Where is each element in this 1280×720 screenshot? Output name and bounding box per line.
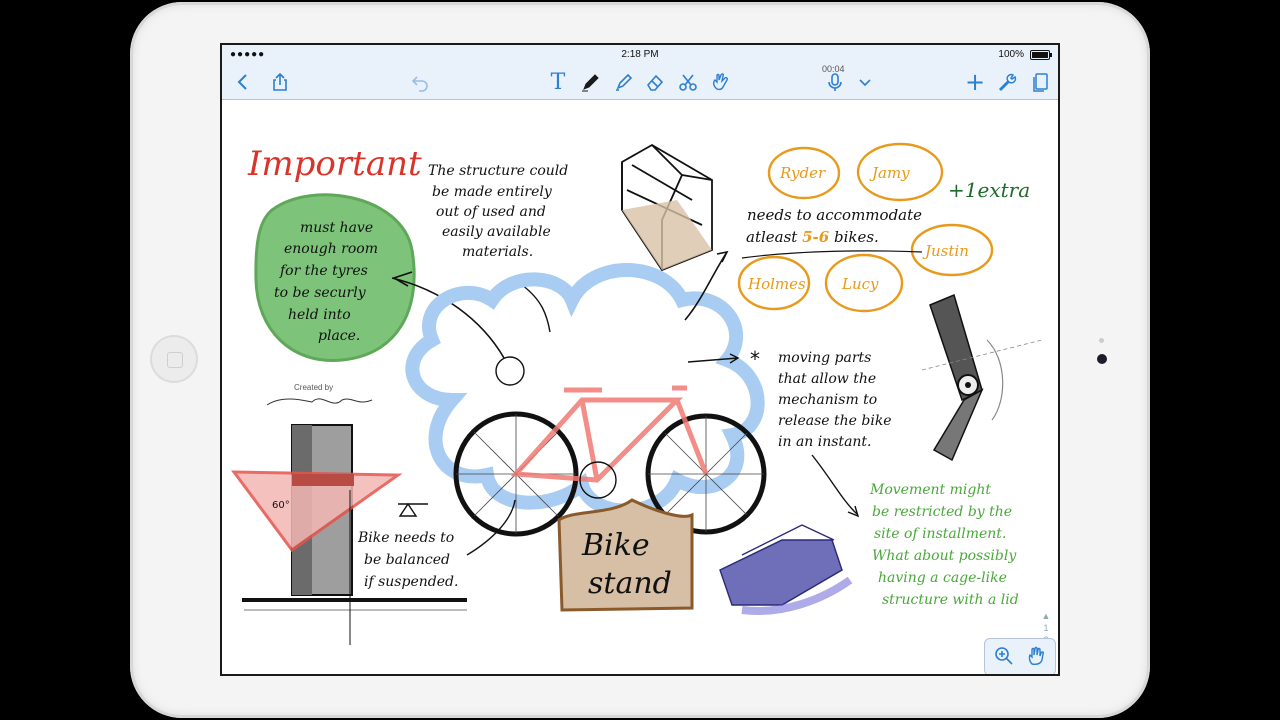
svg-text:Jamy: Jamy xyxy=(869,164,910,182)
svg-text:easily available: easily available xyxy=(442,224,551,240)
zoom-panel xyxy=(984,638,1056,674)
svg-text:site of installment.: site of installment. xyxy=(874,526,1006,542)
svg-text:Justin: Justin xyxy=(922,242,969,260)
accommodate-note: needs to accommodate atleast 5-6 bikes. xyxy=(746,206,922,246)
svg-text:Ryder: Ryder xyxy=(779,164,826,182)
note-canvas[interactable]: Important must have enough room for the … xyxy=(222,100,1058,674)
status-time: 2:18 PM xyxy=(621,49,659,60)
balanced-note: Bike needs to be balanced if suspended. xyxy=(357,530,458,590)
wrench-icon[interactable] xyxy=(994,69,1020,95)
plus-extra: +1extra xyxy=(948,178,1030,202)
svg-text:held into: held into xyxy=(288,307,351,323)
text-tool-icon[interactable]: T xyxy=(545,69,571,95)
back-icon[interactable] xyxy=(230,69,256,95)
svg-text:needs to accommodate: needs to accommodate xyxy=(747,206,922,224)
svg-text:Bike needs to: Bike needs to xyxy=(357,530,454,546)
svg-text:having a cage-like: having a cage-like xyxy=(878,570,1007,586)
scissors-icon[interactable] xyxy=(675,69,701,95)
svg-text:moving parts: moving parts xyxy=(778,350,871,366)
signature xyxy=(266,398,373,406)
sign-text-line1: Bike xyxy=(581,528,650,563)
svg-text:structure with a lid: structure with a lid xyxy=(882,592,1019,608)
svg-text:What about possibly: What about possibly xyxy=(872,548,1017,564)
svg-text:must have: must have xyxy=(300,220,373,236)
svg-text:be balanced: be balanced xyxy=(364,552,450,568)
share-icon[interactable] xyxy=(267,69,293,95)
battery-percent: 100% xyxy=(998,49,1024,60)
svg-text:Movement might: Movement might xyxy=(869,482,991,498)
svg-text:if suspended.: if suspended. xyxy=(364,574,458,590)
hand-tool-icon[interactable] xyxy=(707,69,733,95)
zoom-icon[interactable] xyxy=(991,643,1017,669)
home-button[interactable] xyxy=(150,335,198,383)
asterisk: * xyxy=(750,347,760,371)
eraser-icon[interactable] xyxy=(642,69,668,95)
svg-text:Lucy: Lucy xyxy=(841,275,879,293)
svg-text:out of used and: out of used and xyxy=(436,204,546,220)
sketch-layer: Important must have enough room for the … xyxy=(230,142,1043,645)
svg-text:be made entirely: be made entirely xyxy=(432,184,553,200)
chevron-down-icon[interactable] xyxy=(852,69,878,95)
undo-icon[interactable] xyxy=(407,69,433,95)
hinge-sketch xyxy=(921,293,1043,462)
camera xyxy=(1097,354,1107,364)
battery-icon xyxy=(1030,50,1052,60)
svg-text:materials.: materials. xyxy=(462,244,533,260)
structure-note: The structure could be made entirely out… xyxy=(428,163,568,260)
app-screen: ●●●●● 2:18 PM 100% T 00:04 + Important m… xyxy=(220,43,1060,676)
add-icon[interactable]: + xyxy=(962,68,988,96)
created-by-label: Created by xyxy=(294,383,333,392)
light-sensor xyxy=(1099,338,1104,343)
svg-text:to be securly: to be securly xyxy=(274,285,367,301)
important-title: Important xyxy=(247,144,422,184)
angle-label: 60° xyxy=(272,500,290,511)
pen-tool-icon[interactable] xyxy=(577,69,603,95)
sign-text-line2: stand xyxy=(588,566,672,601)
pages-icon[interactable] xyxy=(1027,69,1053,95)
svg-text:for the tyres: for the tyres xyxy=(279,263,368,279)
svg-text:that allow the: that allow the xyxy=(778,371,876,387)
movement-note: Movement might be restricted by the site… xyxy=(869,482,1019,608)
bike-frame xyxy=(510,385,709,483)
svg-text:mechanism to: mechanism to xyxy=(778,392,877,408)
pan-hand-icon[interactable] xyxy=(1023,643,1049,669)
svg-text:The structure could: The structure could xyxy=(428,163,568,179)
svg-text:enough room: enough room xyxy=(284,241,378,257)
toolbar: T 00:04 + xyxy=(222,64,1058,100)
svg-text:be restricted by the: be restricted by the xyxy=(872,504,1012,520)
highlighter-icon[interactable] xyxy=(610,69,636,95)
svg-text:Holmes: Holmes xyxy=(747,275,806,293)
svg-text:release the bike: release the bike xyxy=(778,413,892,429)
microphone-icon[interactable] xyxy=(822,69,848,95)
cage-sketch xyxy=(719,524,853,615)
moving-parts-note: moving parts that allow the mechanism to… xyxy=(778,350,892,450)
svg-text:in an instant.: in an instant. xyxy=(778,434,872,450)
svg-text:place.: place. xyxy=(318,328,360,344)
svg-text:atleast 5-6 bikes.: atleast 5-6 bikes. xyxy=(746,228,879,246)
status-bar: ●●●●● 2:18 PM 100% xyxy=(222,45,1058,65)
